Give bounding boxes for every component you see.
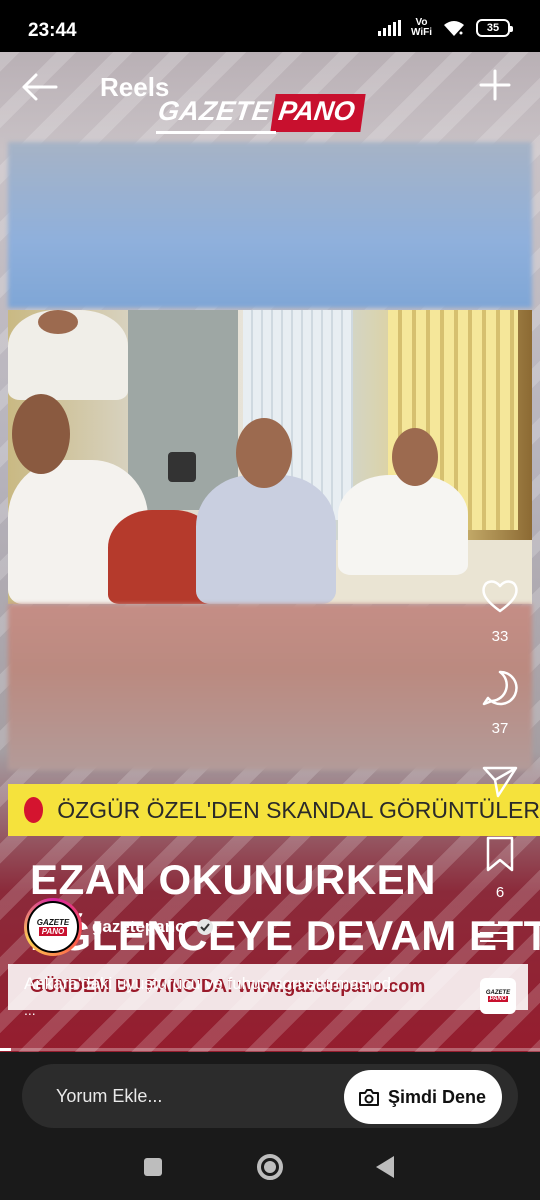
heart-icon[interactable]: [480, 576, 520, 616]
like-count: 33: [491, 628, 509, 645]
vowifi-label: Vo WiFi: [410, 17, 432, 38]
author-row[interactable]: GAZETE PANO gazetepano: [24, 898, 214, 956]
audio-thumbnail[interactable]: GAZETE PANO: [480, 978, 516, 1014]
status-time: 23:44: [28, 20, 77, 41]
comment-count: 37: [491, 720, 509, 737]
circle-icon[interactable]: [257, 1154, 283, 1180]
username[interactable]: gazetepano: [92, 917, 186, 937]
square-icon[interactable]: [144, 1158, 162, 1176]
comment-bar: Yorum Ekle... Şimdi Dene: [0, 1052, 540, 1132]
save-count: 6: [495, 884, 505, 901]
comment-icon[interactable]: [480, 668, 520, 708]
avatar[interactable]: GAZETE PANO: [24, 898, 82, 956]
news-ticker: ÖZGÜR ÖZEL'DEN SKANDAL GÖRÜNTÜLER: [8, 784, 540, 836]
blurred-frame-bottom: [8, 604, 532, 770]
bookmark-icon[interactable]: [480, 834, 520, 874]
person-right: [338, 475, 468, 575]
reels-header: Reels: [0, 52, 540, 122]
page-title: Reels: [100, 72, 170, 102]
wifi-icon: [444, 21, 464, 36]
more-icon[interactable]: [480, 924, 510, 946]
caption-more[interactable]: ...: [24, 1002, 36, 1018]
caption-text[interactable]: Ankara'daki uyuşturucu ve fuhuş soruştur…: [24, 974, 474, 994]
live-dot-icon: [24, 797, 44, 823]
arrow-left-icon[interactable]: [20, 70, 60, 104]
verified-icon: [196, 919, 213, 935]
plus-icon[interactable]: [478, 68, 512, 102]
battery-icon: 35: [476, 19, 513, 37]
video-progress-bar[interactable]: [0, 1048, 540, 1051]
person-center: [196, 475, 336, 604]
system-nav-bar: [0, 1132, 540, 1200]
status-icons: Vo WiFi 35: [377, 17, 513, 38]
send-icon[interactable]: [480, 760, 520, 800]
comment-pill[interactable]: Yorum Ekle... Şimdi Dene: [22, 1064, 518, 1128]
signal-icon: [377, 20, 401, 36]
logo-underline: [156, 131, 276, 134]
phone-in-hand: [168, 452, 196, 482]
video-scene: [8, 310, 532, 604]
status-bar: 23:44 Vo WiFi 35: [0, 0, 540, 52]
blurred-frame-top: [8, 142, 532, 308]
comment-input[interactable]: Yorum Ekle...: [56, 1086, 162, 1107]
camera-icon: [358, 1089, 379, 1106]
triangle-back-icon[interactable]: [376, 1156, 394, 1178]
try-now-button[interactable]: Şimdi Dene: [343, 1070, 502, 1124]
